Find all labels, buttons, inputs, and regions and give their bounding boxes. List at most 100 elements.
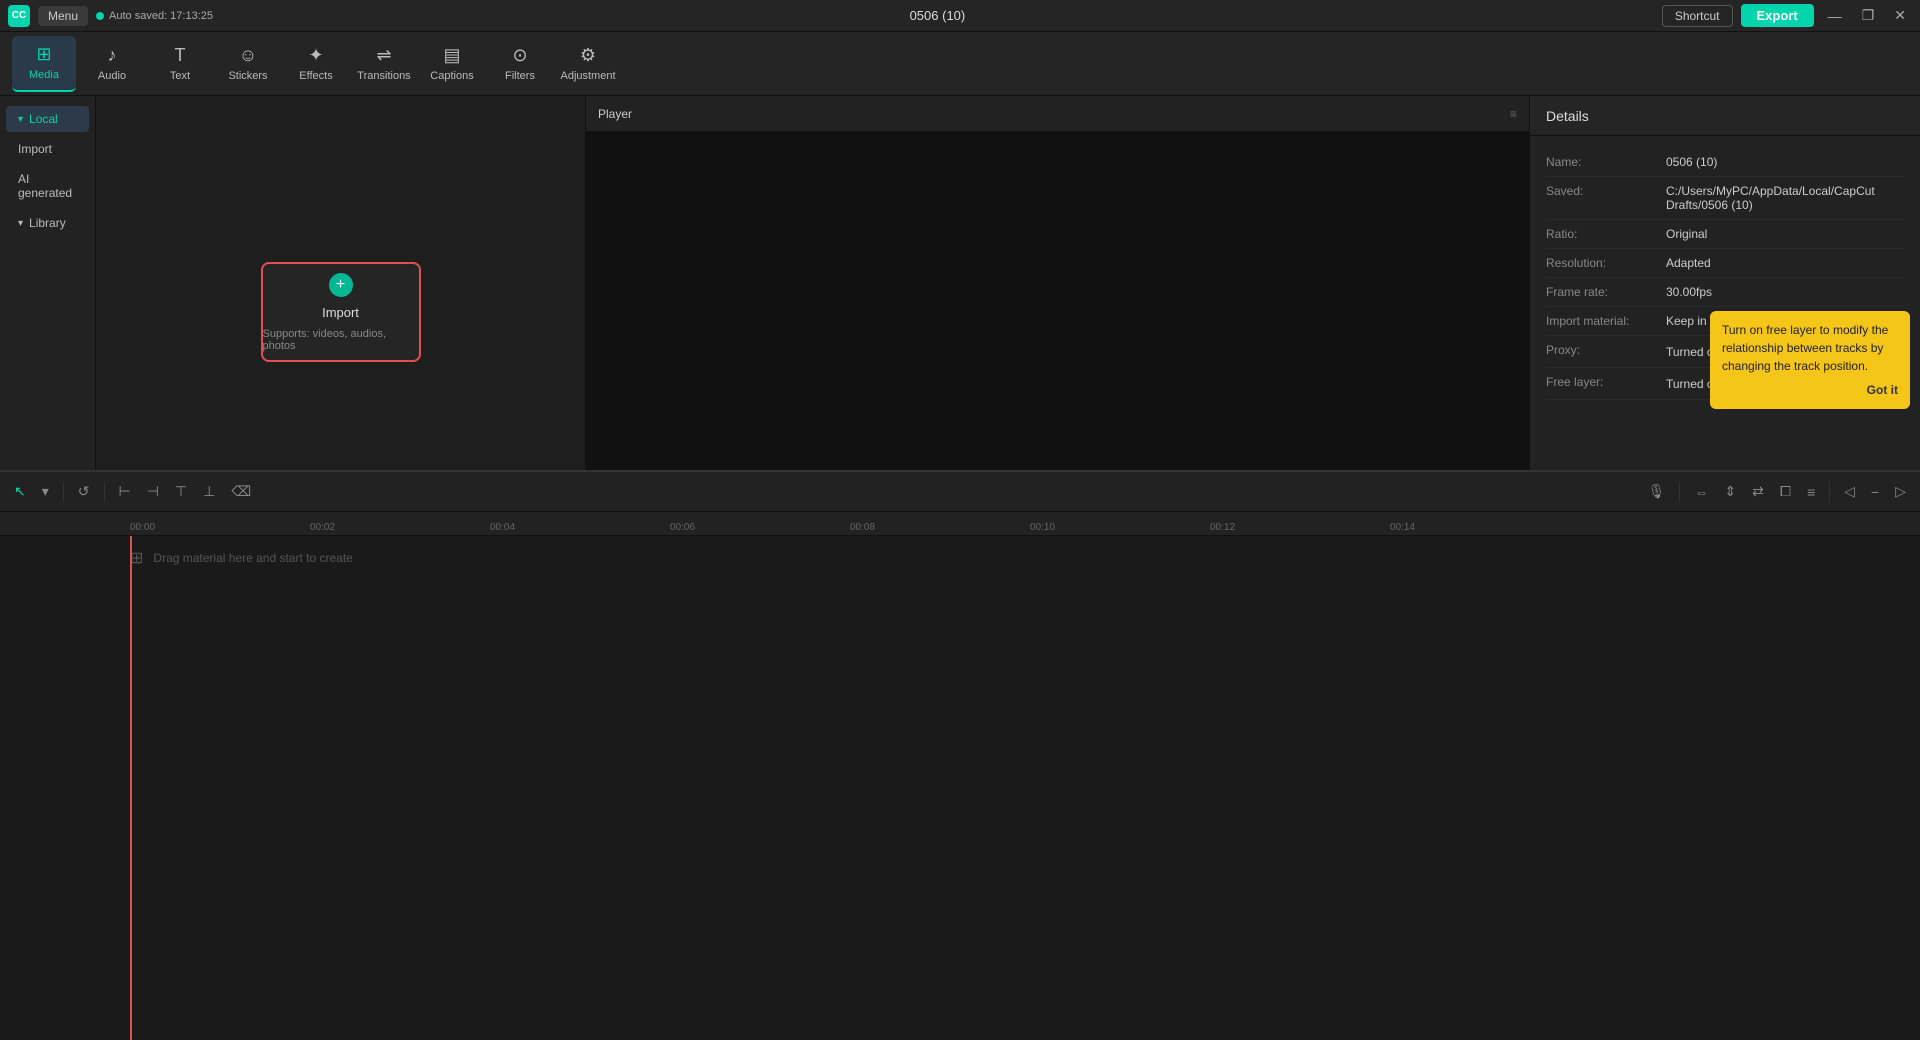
arrow-library: ▾ <box>18 218 23 229</box>
autosave-text: Auto saved: 17:13:25 <box>109 10 213 22</box>
minimize-button[interactable]: — <box>1822 6 1848 26</box>
shortcut-button[interactable]: Shortcut <box>1662 5 1733 27</box>
delete-button[interactable]: ⌫ <box>225 479 257 504</box>
toolbar-item-stickers[interactable]: ☺ Stickers <box>216 36 280 92</box>
split-h-button[interactable]: ⇕ <box>1718 479 1742 504</box>
player: Player ≡ 00:00:00:00 / 00:00:00:00 ▶ ⊙ R… <box>586 96 1530 528</box>
ruler-mark-7: 00:14 <box>1390 522 1415 533</box>
tooltip-got-it[interactable]: Got it <box>1722 381 1898 399</box>
project-title: 0506 (10) <box>910 8 966 23</box>
snap-button[interactable]: ⧠ <box>1774 479 1797 504</box>
captions-icon: ▤ <box>443 45 460 66</box>
details-panel: Details Name:0506 (10) Saved:C:/Users/MyP… <box>1530 96 1920 528</box>
toolbar-label-text: Text <box>170 70 190 82</box>
ruler-label-2: 00:04 <box>490 522 515 533</box>
titlebar: CC Menu Auto saved: 17:13:25 0506 (10) S… <box>0 0 1920 32</box>
player-canvas <box>586 132 1529 484</box>
app-logo: CC <box>8 5 30 27</box>
undo-button[interactable]: ↺ <box>72 479 96 504</box>
ruler-label-7: 00:14 <box>1390 522 1415 533</box>
playhead[interactable] <box>130 536 132 1040</box>
ruler-mark-3: 00:06 <box>670 522 695 533</box>
toolbar-item-captions[interactable]: ▤Captions <box>420 36 484 92</box>
toolbar-item-filters[interactable]: ⊙Filters <box>488 36 552 92</box>
ruler-label-6: 00:12 <box>1210 522 1235 533</box>
import-plus-icon: + <box>329 273 353 297</box>
next-button[interactable]: ▷ <box>1889 479 1912 504</box>
toolbar-divider-4 <box>1829 482 1830 502</box>
zoom-out-button[interactable]: − <box>1865 480 1885 504</box>
player-header: Player ≡ <box>586 96 1529 132</box>
sidebar-label-local: Local <box>29 112 58 126</box>
player-label: Player <box>598 107 632 121</box>
toolbar-item-text[interactable]: TText <box>148 36 212 92</box>
toolbar-label-audio: Audio <box>98 70 126 82</box>
free-layer-tooltip: Turn on free layer to modify the relatio… <box>1710 311 1910 409</box>
detail-row-4: Frame rate:30.00fps <box>1546 278 1904 307</box>
detail-value-1: C:/Users/MyPC/AppData/Local/CapCut Draft… <box>1666 184 1904 212</box>
sidebar-item-library[interactable]: ▾ Library <box>6 210 89 236</box>
detail-value-3: Adapted <box>1666 256 1904 270</box>
ruler-mark-0: 00:00 <box>130 522 155 533</box>
detail-label-6: Proxy: <box>1546 343 1666 360</box>
detail-row-3: Resolution:Adapted <box>1546 249 1904 278</box>
prev-button[interactable]: ◁ <box>1838 479 1861 504</box>
toolbar-item-transitions[interactable]: ⇌Transitions <box>352 36 416 92</box>
ruler-label-1: 00:02 <box>310 522 335 533</box>
detail-label-7: Free layer: <box>1546 375 1666 392</box>
select-dropdown-button[interactable]: ▾ <box>36 479 55 504</box>
sidebar-item-local[interactable]: ▾ Local <box>6 106 89 132</box>
split-all-button[interactable]: ⊥ <box>197 479 221 504</box>
split-top-button[interactable]: ⊤ <box>169 479 193 504</box>
stickers-icon: ☺ <box>239 45 257 66</box>
detail-row-2: Ratio:Original <box>1546 220 1904 249</box>
detail-row-1: Saved:C:/Users/MyPC/AppData/Local/CapCut… <box>1546 177 1904 220</box>
export-button[interactable]: Export <box>1741 4 1814 27</box>
sidebar-label-library: Library <box>29 216 66 230</box>
drag-hint-text: Drag material here and start to create <box>153 551 352 565</box>
sidebar-item-ai_generated[interactable]: AI generated <box>6 166 89 206</box>
detail-value-4: 30.00fps <box>1666 285 1904 299</box>
tracks-container: ⊞ Drag material here and start to create <box>0 536 1920 1040</box>
captions-button[interactable]: ≡ <box>1801 480 1821 504</box>
details-body: Name:0506 (10) Saved:C:/Users/MyPC/AppDat… <box>1530 136 1920 480</box>
toolbar-item-adjustment[interactable]: ⚙Adjustment <box>556 36 620 92</box>
toolbar-label-stickers: Stickers <box>228 70 267 82</box>
split-center-button[interactable]: ⊣ <box>141 479 165 504</box>
menu-button[interactable]: Menu <box>38 6 88 26</box>
autosave-dot <box>96 12 104 20</box>
arrow-local: ▾ <box>18 114 23 125</box>
ruler-label-0: 00:00 <box>130 522 155 533</box>
content-area: ▾ Local Import AI generated ▾ Library + Impor… <box>0 96 1920 528</box>
player-menu-icon[interactable]: ≡ <box>1510 107 1517 121</box>
split-left-button[interactable]: ⊢ <box>113 479 137 504</box>
detail-value-0: 0506 (10) <box>1666 155 1904 169</box>
import-box[interactable]: + Import Supports: videos, audios, photo… <box>261 262 421 362</box>
autosave-indicator: Auto saved: 17:13:25 <box>96 10 213 22</box>
timeline-ruler: 00:0000:0200:0400:0600:0800:1000:1200:14 <box>0 512 1920 536</box>
transitions-icon: ⇌ <box>376 45 391 66</box>
media-icon: ⊞ <box>36 44 51 65</box>
timeline-toolbar: ↖ ▾ ↺ ⊢ ⊣ ⊤ ⊥ ⌫ 🎙 ⇔ ⇕ ⇄ ⧠ ≡ ◁ − ▷ <box>0 472 1920 512</box>
select-tool-button[interactable]: ↖ <box>8 479 32 504</box>
main-toolbar: ⊞Media♪AudioTText ☺ Stickers ✦Effects⇌Trans… <box>0 32 1920 96</box>
detail-value-2: Original <box>1666 227 1904 241</box>
toolbar-item-effects[interactable]: ✦Effects <box>284 36 348 92</box>
adjustment-icon: ⚙ <box>580 45 596 66</box>
close-button[interactable]: ✕ <box>1888 5 1912 26</box>
detail-label-0: Name: <box>1546 155 1666 169</box>
mic-button[interactable]: 🎙 <box>1642 479 1672 504</box>
timeline-area: ↖ ▾ ↺ ⊢ ⊣ ⊤ ⊥ ⌫ 🎙 ⇔ ⇕ ⇄ ⧠ ≡ ◁ − ▷ 00:00 0… <box>0 470 1920 1040</box>
sidebar-item-import[interactable]: Import <box>6 136 89 162</box>
ruler-mark-2: 00:04 <box>490 522 515 533</box>
sidebar-label-ai_generated: AI generated <box>18 172 77 200</box>
toolbar-item-audio[interactable]: ♪Audio <box>80 36 144 92</box>
join-button[interactable]: ⇔ <box>1688 480 1714 504</box>
details-header: Details <box>1530 96 1920 136</box>
compress-button[interactable]: ⇄ <box>1746 479 1770 504</box>
toolbar-divider-2 <box>104 482 105 502</box>
detail-label-4: Frame rate: <box>1546 285 1666 299</box>
toolbar-item-media[interactable]: ⊞Media <box>12 36 76 92</box>
drag-hint: ⊞ Drag material here and start to create <box>0 536 1920 580</box>
restore-button[interactable]: ❐ <box>1856 5 1881 26</box>
